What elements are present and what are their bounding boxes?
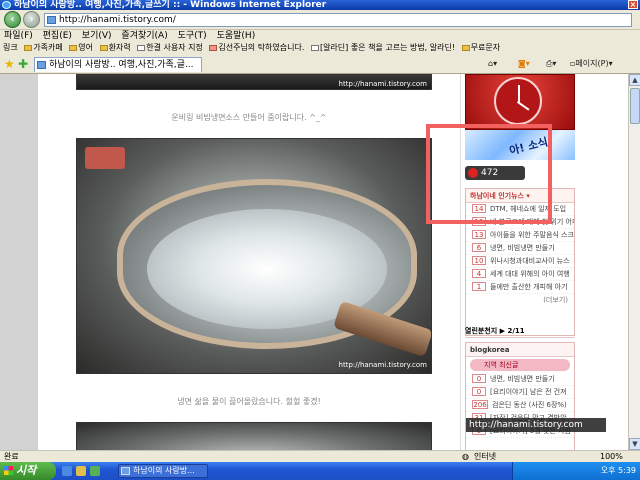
close-icon[interactable]: × xyxy=(628,0,638,9)
fan-list-header[interactable]: 열린분천지 ▶ 2/11 xyxy=(465,324,575,338)
clock-widget xyxy=(465,74,575,130)
ie-icon xyxy=(2,1,11,9)
page-icon xyxy=(37,61,46,69)
menu-help[interactable]: 도움말(H) xyxy=(214,30,259,42)
news-item[interactable]: 4 세계 대대 위해의 아이 여행 xyxy=(466,268,574,281)
clock-hour-hand xyxy=(516,101,530,111)
link-item-2[interactable]: 환자력 xyxy=(99,42,131,54)
menu-tools[interactable]: 도구(T) xyxy=(175,30,210,42)
folder-icon xyxy=(69,44,78,51)
taskbar-ie-task[interactable]: 하남이의 사랑방... xyxy=(118,464,208,478)
link-item-6[interactable]: 무료문자 xyxy=(461,42,500,54)
tab-active[interactable]: 하남이의 사랑방.. 여행,사진,가족,글... xyxy=(34,57,202,72)
news-item[interactable]: 10 위나시청과대비교사이 뉴스 xyxy=(466,255,574,268)
url-overlay-label: http://hanami.tistory.com xyxy=(466,418,606,432)
folder-icon xyxy=(24,44,33,51)
post-caption-1: 운비링 비빔냉면소스 만들어 줌이랍니다. ^_^ xyxy=(171,113,327,122)
photo-watermark: http://hanami.tistory.com xyxy=(338,361,427,369)
highlight-rectangle xyxy=(426,124,552,224)
forward-button[interactable]: › xyxy=(23,11,40,28)
add-favorite-icon[interactable]: ✚ xyxy=(18,57,28,71)
blogkorea-tab[interactable]: 지역 최신글 xyxy=(470,359,570,371)
stove-knob xyxy=(85,147,125,169)
status-bar: 완료 ◍ 인터넷 100% xyxy=(0,450,640,462)
link-item-3[interactable]: 한결 사용자 지정 xyxy=(137,42,203,54)
address-url: http://hanami.tistory.com/ xyxy=(59,15,176,25)
blogkorea-item[interactable]: 206 검은딘 동산 (사진 6장%) xyxy=(466,399,574,412)
menu-edit[interactable]: 편집(E) xyxy=(40,30,75,42)
blogkorea-item[interactable]: 0 냉면, 비빔냉면 만들기 xyxy=(466,373,574,386)
menu-view[interactable]: 보기(V) xyxy=(79,30,115,42)
menu-file[interactable]: 파일(F) xyxy=(1,30,36,42)
favorites-star-icon[interactable]: ★ xyxy=(4,57,15,71)
page-icon xyxy=(137,44,146,51)
address-input[interactable]: http://hanami.tistory.com/ xyxy=(44,13,632,27)
page-menu-button[interactable]: ▫페이지(P)▾ xyxy=(570,58,613,70)
home-icon[interactable]: ⌂▾ xyxy=(488,58,497,70)
link-icon xyxy=(209,44,218,51)
post-photo-bottom xyxy=(76,422,432,450)
print-icon[interactable]: ⎙▾ xyxy=(546,58,556,70)
link-item-1[interactable]: 영어 xyxy=(69,42,93,54)
app-quicklaunch-icon[interactable] xyxy=(90,466,100,476)
scroll-thumb[interactable] xyxy=(630,88,640,124)
scroll-down-icon[interactable]: ▼ xyxy=(629,438,640,450)
back-button[interactable]: ‹ xyxy=(4,11,21,28)
link-item-5[interactable]: [알라딘] 좋은 책을 고르는 방법, 알라딘! xyxy=(310,42,455,54)
status-text: 완료 xyxy=(4,452,19,461)
news-item[interactable]: 13 아이들을 위한 주말음식 스크레 xyxy=(466,229,574,242)
window-title: 하남이의 사랑방.. 여행,사진,가족,글쓰기 :: - Windows Int… xyxy=(14,0,327,10)
window-title-bar: 하남이의 사랑방.. 여행,사진,가족,글쓰기 :: - Windows Int… xyxy=(0,0,640,10)
menu-favorites[interactable]: 즐겨찾기(A) xyxy=(118,30,170,42)
tray-clock[interactable]: 오후 5:39 xyxy=(601,466,636,475)
folder-quicklaunch-icon[interactable] xyxy=(76,466,86,476)
blogkorea-item[interactable]: 0 [요리이야기] 남은 전 건져 xyxy=(466,386,574,399)
feeds-icon[interactable]: ◙▾ xyxy=(518,58,530,70)
post-photo-pot: http://hanami.tistory.com xyxy=(76,138,432,374)
blog-post: http://hanami.tistory.com 운비링 비빔냉면소스 만들어… xyxy=(38,74,460,450)
tab-bar: ★ ✚ 하남이의 사랑방.. 여행,사진,가족,글... ⌂▾ ◙▾ ⎙▾ ▫페… xyxy=(0,54,640,74)
folder-icon xyxy=(99,44,108,51)
post-photo-top: http://hanami.tistory.com xyxy=(76,74,432,90)
blogkorea-title: blogkorea xyxy=(466,343,574,357)
links-bar: 링크 가족카페 영어 환자력 한결 사용자 지정 김선주님의 탁하였습니다. [… xyxy=(0,42,640,54)
scroll-up-icon[interactable]: ▲ xyxy=(629,74,640,86)
page-icon xyxy=(47,16,56,24)
blogkorea-box: blogkorea 지역 최신글 0 냉면, 비빔냉면 만들기 0 [요리이야기] … xyxy=(465,342,575,450)
windows-logo-icon xyxy=(4,466,13,475)
system-tray: 오후 5:39 xyxy=(512,462,640,480)
ie-quicklaunch-icon[interactable] xyxy=(62,466,72,476)
link-item-0[interactable]: 가족카페 xyxy=(24,42,63,54)
tab-label: 하남이의 사랑방.. 여행,사진,가족,글... xyxy=(49,60,194,70)
links-label: 링크 xyxy=(3,43,18,52)
post-caption-2: 냉면 삶을 물이 끓어올랐습니다. 헐헐 좋겠! xyxy=(177,397,321,406)
news-item[interactable]: 6 냉면, 비빔냉면 만들기 xyxy=(466,242,574,255)
page-left-margin xyxy=(0,74,38,450)
address-bar-row: ‹ › http://hanami.tistory.com/ xyxy=(0,10,640,30)
link-item-4[interactable]: 김선주님의 탁하였습니다. xyxy=(209,42,304,54)
menu-bar: 파일(F) 편집(E) 보기(V) 즐겨찾기(A) 도구(T) 도움말(H) xyxy=(0,30,640,42)
clock-face xyxy=(494,77,542,125)
folder-icon xyxy=(461,44,470,51)
photo-watermark: http://hanami.tistory.com xyxy=(338,80,427,88)
vertical-scrollbar[interactable]: ▲ ▼ xyxy=(628,74,640,450)
start-button[interactable]: 시작 xyxy=(0,462,56,480)
ie-icon xyxy=(121,467,130,475)
news-more-link[interactable]: (더보기) xyxy=(466,294,574,306)
taskbar: 시작 하남이의 사랑방... 오후 5:39 xyxy=(0,462,640,480)
page-icon xyxy=(310,44,319,51)
news-item[interactable]: 1 들에만 출산한 개피해 아기 xyxy=(466,281,574,294)
